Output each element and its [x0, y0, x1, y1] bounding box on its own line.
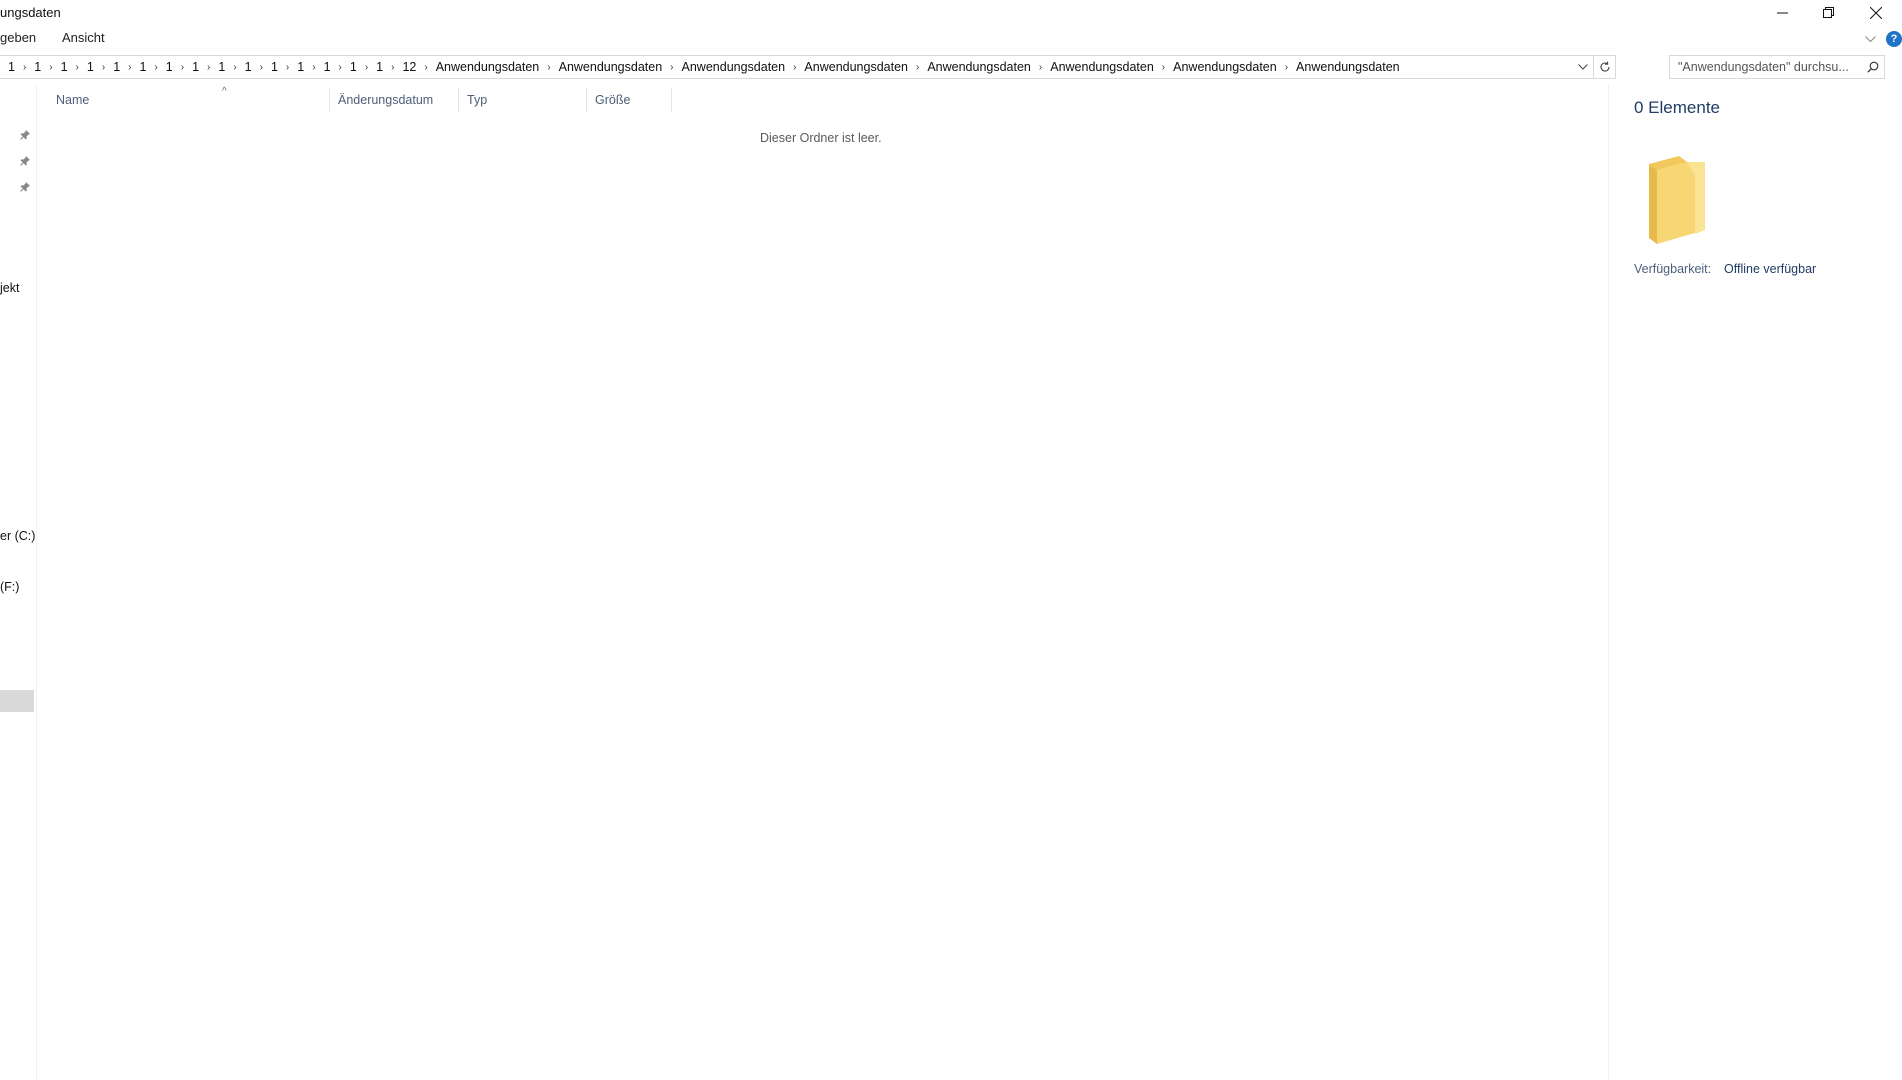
- empty-folder-message: Dieser Ordner ist leer.: [760, 131, 882, 145]
- details-pane: 0 Elemente Verfügbarkeit: Offline verfüg…: [1608, 84, 1902, 1080]
- breadcrumb-item[interactable]: Anwendungsdaten: [1170, 60, 1280, 74]
- search-input[interactable]: [1678, 60, 1862, 74]
- column-header-size[interactable]: Größe: [587, 86, 671, 114]
- breadcrumb-item[interactable]: 1: [31, 60, 44, 74]
- breadcrumb-item[interactable]: Anwendungsdaten: [924, 60, 1034, 74]
- breadcrumb-separator-icon[interactable]: ›: [788, 62, 801, 73]
- nav-item-drive-f[interactable]: (F:): [0, 580, 19, 594]
- breadcrumb-separator-icon[interactable]: ›: [542, 62, 555, 73]
- breadcrumb-item[interactable]: Anwendungsdaten: [1293, 60, 1403, 74]
- column-header-name[interactable]: Name: [48, 86, 338, 114]
- breadcrumb-separator-icon[interactable]: ›: [71, 62, 84, 73]
- search-box[interactable]: [1669, 55, 1885, 79]
- availability-label: Verfügbarkeit:: [1634, 262, 1712, 276]
- breadcrumb-separator-icon[interactable]: ›: [281, 62, 294, 73]
- column-headers: ^ Name Änderungsdatum Typ Größe: [38, 86, 1608, 114]
- address-bar[interactable]: 1 › 1 › 1 › 1 › 1 › 1 › 1 › 1 › 1 › 1 › 1 › 1 › 1 › 1 › 1 › 12 › Anwendu…: [0, 55, 1616, 79]
- breadcrumb-item[interactable]: 1: [321, 60, 334, 74]
- ribbon-tabs: geben Ansicht ?: [0, 27, 1902, 49]
- breadcrumb-separator-icon[interactable]: ›: [1034, 62, 1047, 73]
- breadcrumb-item[interactable]: Anwendungsdaten: [556, 60, 666, 74]
- tab-view[interactable]: Ansicht: [62, 30, 105, 45]
- pin-icon[interactable]: [18, 128, 32, 142]
- nav-item-selected[interactable]: [0, 690, 34, 712]
- window-title: ungsdaten: [0, 5, 61, 20]
- folder-icon: [1647, 156, 1711, 251]
- breadcrumb-item[interactable]: 1: [242, 60, 255, 74]
- breadcrumb-separator-icon[interactable]: ›: [307, 62, 320, 73]
- pin-icon[interactable]: [18, 154, 32, 168]
- refresh-button[interactable]: [1593, 56, 1615, 78]
- breadcrumb-separator-icon[interactable]: ›: [1157, 62, 1170, 73]
- refresh-icon: [1600, 61, 1610, 72]
- breadcrumb: 1 › 1 › 1 › 1 › 1 › 1 › 1 › 1 › 1 › 1 › 1 › 1 › 1 › 1 › 1 › 12 › Anwendu…: [0, 56, 1571, 78]
- breadcrumb-separator-icon[interactable]: ›: [419, 62, 432, 73]
- breadcrumb-separator-icon[interactable]: ›: [386, 62, 399, 73]
- breadcrumb-separator-icon[interactable]: ›: [202, 62, 215, 73]
- tab-share[interactable]: geben: [0, 30, 36, 45]
- breadcrumb-separator-icon[interactable]: ›: [228, 62, 241, 73]
- breadcrumb-item[interactable]: 1: [58, 60, 71, 74]
- breadcrumb-item[interactable]: 1: [163, 60, 176, 74]
- minimize-button[interactable]: [1759, 0, 1805, 25]
- breadcrumb-separator-icon[interactable]: ›: [665, 62, 678, 73]
- ribbon-controls: ?: [1865, 29, 1902, 49]
- column-divider[interactable]: [671, 88, 672, 112]
- breadcrumb-separator-icon[interactable]: ›: [149, 62, 162, 73]
- breadcrumb-separator-icon[interactable]: ›: [255, 62, 268, 73]
- breadcrumb-separator-icon[interactable]: ›: [123, 62, 136, 73]
- breadcrumb-item[interactable]: 1: [215, 60, 228, 74]
- help-icon[interactable]: ?: [1886, 31, 1902, 47]
- restore-icon: [1822, 7, 1834, 18]
- breadcrumb-item[interactable]: 12: [399, 60, 419, 74]
- expand-ribbon-button[interactable]: [1865, 35, 1876, 43]
- breadcrumb-separator-icon[interactable]: ›: [97, 62, 110, 73]
- breadcrumb-item[interactable]: Anwendungsdaten: [433, 60, 543, 74]
- breadcrumb-item[interactable]: 1: [347, 60, 360, 74]
- item-count: 0 Elemente: [1634, 98, 1720, 117]
- column-header-modified[interactable]: Änderungsdatum: [330, 86, 458, 114]
- breadcrumb-item[interactable]: 1: [110, 60, 123, 74]
- breadcrumb-item[interactable]: 1: [294, 60, 307, 74]
- breadcrumb-separator-icon[interactable]: ›: [18, 62, 31, 73]
- restore-button[interactable]: [1805, 0, 1851, 25]
- nav-item-drive-c[interactable]: er (C:): [0, 529, 35, 543]
- address-history-button[interactable]: [1571, 56, 1593, 78]
- navigation-pane: jekt er (C:) (F:): [0, 84, 37, 1080]
- breadcrumb-separator-icon[interactable]: ›: [176, 62, 189, 73]
- breadcrumb-item[interactable]: 1: [373, 60, 386, 74]
- breadcrumb-separator-icon[interactable]: ›: [334, 62, 347, 73]
- breadcrumb-item[interactable]: 1: [136, 60, 149, 74]
- chevron-down-icon: [1865, 35, 1876, 42]
- search-icon[interactable]: [1862, 61, 1884, 73]
- availability-value: Offline verfügbar: [1724, 262, 1817, 276]
- nav-item-project[interactable]: jekt: [0, 281, 19, 295]
- breadcrumb-item[interactable]: Anwendungsdaten: [679, 60, 789, 74]
- breadcrumb-separator-icon[interactable]: ›: [1280, 62, 1293, 73]
- breadcrumb-item[interactable]: Anwendungsdaten: [1047, 60, 1157, 74]
- breadcrumb-separator-icon[interactable]: ›: [360, 62, 373, 73]
- close-icon: [1870, 6, 1882, 19]
- breadcrumb-item[interactable]: Anwendungsdaten: [801, 60, 911, 74]
- breadcrumb-item[interactable]: 1: [5, 60, 18, 74]
- column-header-type[interactable]: Typ: [459, 86, 587, 114]
- pin-icon[interactable]: [18, 180, 32, 194]
- breadcrumb-separator-icon[interactable]: ›: [44, 62, 57, 73]
- breadcrumb-item[interactable]: 1: [268, 60, 281, 74]
- close-button[interactable]: [1853, 0, 1899, 25]
- breadcrumb-item[interactable]: 1: [189, 60, 202, 74]
- title-bar: ungsdaten: [0, 0, 1902, 25]
- breadcrumb-item[interactable]: 1: [84, 60, 97, 74]
- chevron-down-icon: [1577, 64, 1588, 70]
- breadcrumb-separator-icon[interactable]: ›: [911, 62, 924, 73]
- minimize-icon: [1776, 12, 1788, 14]
